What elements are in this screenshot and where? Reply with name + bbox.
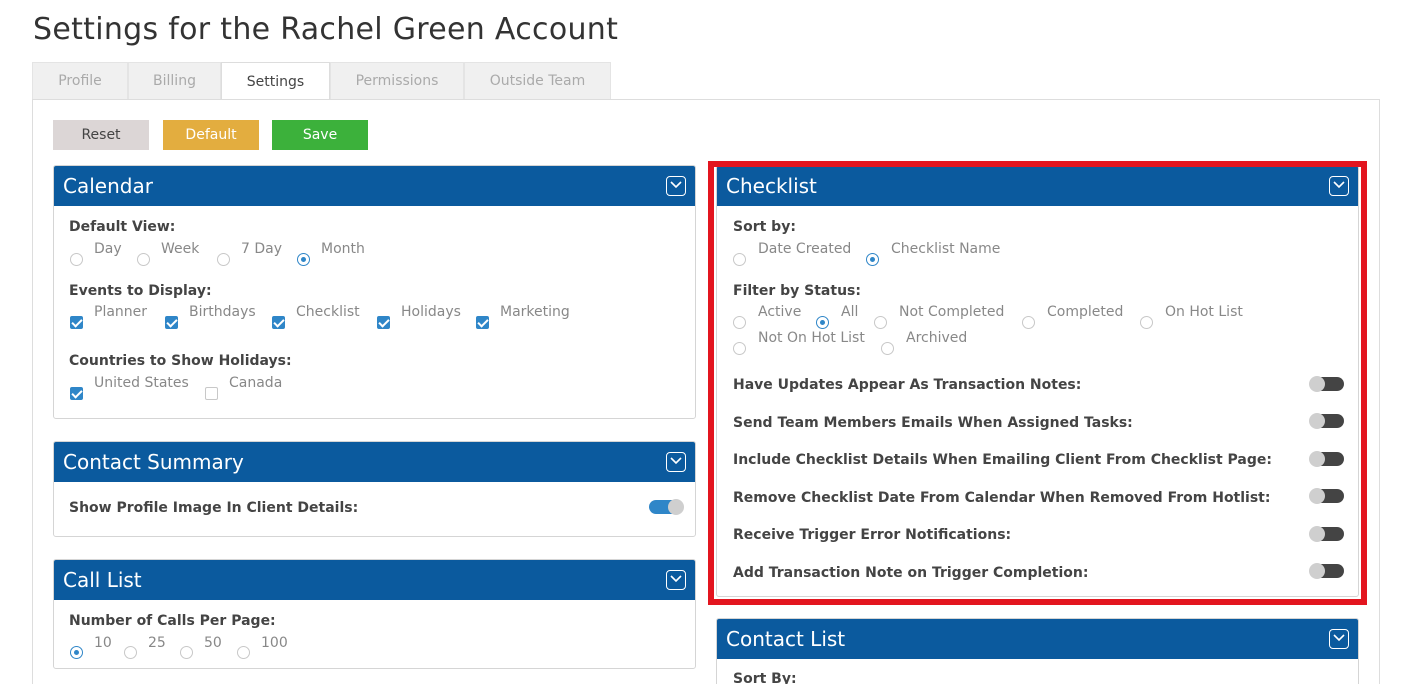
radio-week[interactable] <box>137 253 150 266</box>
check-canada[interactable] <box>205 387 218 400</box>
radio-month[interactable] <box>297 253 310 266</box>
option-week: Week <box>161 241 200 257</box>
option-united-states: United States <box>94 375 189 391</box>
radio-25[interactable] <box>124 646 137 659</box>
option-7day: 7 Day <box>241 241 283 257</box>
option-canada: Canada <box>229 375 283 391</box>
check-united-states[interactable] <box>70 387 83 400</box>
contact-summary-card: Contact Summary Show Profile Image In Cl… <box>53 441 696 537</box>
contact-list-sort-label: Sort By: <box>733 671 797 684</box>
check-holidays[interactable] <box>377 316 390 329</box>
option-holidays: Holidays <box>401 304 461 320</box>
tab-outside-team[interactable]: Outside Team <box>464 62 611 99</box>
option-10: 10 <box>94 635 112 651</box>
reset-button[interactable]: Reset <box>53 120 149 150</box>
chevron-down-icon[interactable] <box>666 452 686 472</box>
chevron-down-icon[interactable] <box>666 570 686 590</box>
default-view-label: Default View: <box>69 219 176 235</box>
option-50: 50 <box>204 635 222 651</box>
highlight-box <box>708 161 1367 605</box>
calendar-title: Calendar <box>63 174 153 198</box>
show-profile-image-label: Show Profile Image In Client Details: <box>69 500 359 516</box>
call-list-header[interactable]: Call List <box>54 560 695 600</box>
chevron-down-icon[interactable] <box>1329 629 1349 649</box>
call-list-card: Call List Number of Calls Per Page: 10 2… <box>53 559 696 669</box>
calendar-card: Calendar Default View: Day Week 7 Day Mo… <box>53 165 696 419</box>
contact-summary-title: Contact Summary <box>63 450 244 474</box>
tab-billing[interactable]: Billing <box>128 62 221 99</box>
calendar-header[interactable]: Calendar <box>54 166 695 206</box>
radio-100[interactable] <box>237 646 250 659</box>
option-birthdays: Birthdays <box>189 304 256 320</box>
check-planner[interactable] <box>70 316 83 329</box>
radio-day[interactable] <box>70 253 83 266</box>
save-button[interactable]: Save <box>272 120 368 150</box>
radio-7day[interactable] <box>217 253 230 266</box>
events-label: Events to Display: <box>69 283 212 299</box>
contact-summary-header[interactable]: Contact Summary <box>54 442 695 482</box>
tab-profile[interactable]: Profile <box>32 62 128 99</box>
radio-10[interactable] <box>70 646 83 659</box>
show-profile-image-toggle[interactable] <box>649 499 684 515</box>
contact-list-header[interactable]: Contact List <box>717 619 1358 659</box>
calls-per-page-label: Number of Calls Per Page: <box>69 613 276 629</box>
check-marketing[interactable] <box>476 316 489 329</box>
tab-settings[interactable]: Settings <box>221 62 330 100</box>
call-list-title: Call List <box>63 568 142 592</box>
option-25: 25 <box>148 635 166 651</box>
radio-50[interactable] <box>180 646 193 659</box>
option-checklist: Checklist <box>296 304 360 320</box>
page-title: Settings for the Rachel Green Account <box>33 12 619 47</box>
contact-list-title: Contact List <box>726 627 846 651</box>
option-100: 100 <box>261 635 288 651</box>
option-month: Month <box>321 241 365 257</box>
option-day: Day <box>94 241 122 257</box>
option-planner: Planner <box>94 304 148 320</box>
default-button[interactable]: Default <box>163 120 259 150</box>
check-birthdays[interactable] <box>165 316 178 329</box>
check-checklist[interactable] <box>272 316 285 329</box>
contact-list-card: Contact List Sort By: <box>716 618 1359 684</box>
option-marketing: Marketing <box>500 304 570 320</box>
countries-label: Countries to Show Holidays: <box>69 353 292 369</box>
chevron-down-icon[interactable] <box>666 176 686 196</box>
tab-permissions[interactable]: Permissions <box>330 62 464 99</box>
